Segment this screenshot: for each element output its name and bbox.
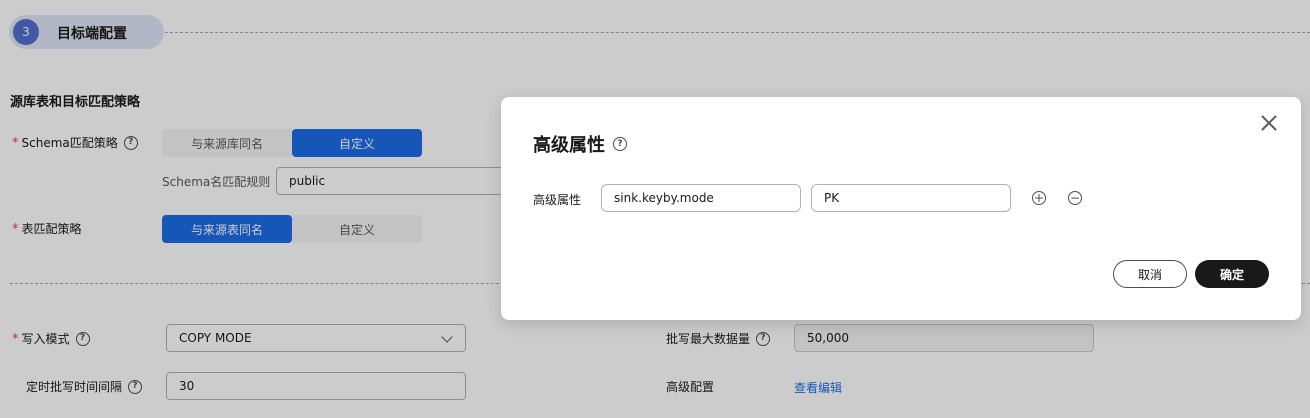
ok-button[interactable]: 确定 bbox=[1195, 260, 1269, 288]
close-icon[interactable] bbox=[1259, 113, 1279, 133]
property-key-input[interactable]: sink.keyby.mode bbox=[601, 184, 801, 212]
property-value-input[interactable]: PK bbox=[811, 184, 1011, 212]
property-label: 高级属性 bbox=[533, 193, 582, 207]
cancel-button[interactable]: 取消 bbox=[1113, 260, 1187, 288]
help-icon[interactable]: ? bbox=[613, 137, 627, 151]
advanced-properties-dialog: 高级属性 ? 高级属性 sink.keyby.mode PK + − 取消 确定 bbox=[501, 97, 1301, 320]
dialog-title: 高级属性 ? bbox=[533, 131, 627, 157]
remove-icon[interactable]: − bbox=[1068, 191, 1082, 205]
page: 3 目标端配置 源库表和目标匹配策略 * Schema匹配策略 ? 与来源库同名… bbox=[0, 0, 1310, 418]
dialog-title-text: 高级属性 bbox=[533, 135, 605, 156]
add-icon[interactable]: + bbox=[1032, 191, 1046, 205]
